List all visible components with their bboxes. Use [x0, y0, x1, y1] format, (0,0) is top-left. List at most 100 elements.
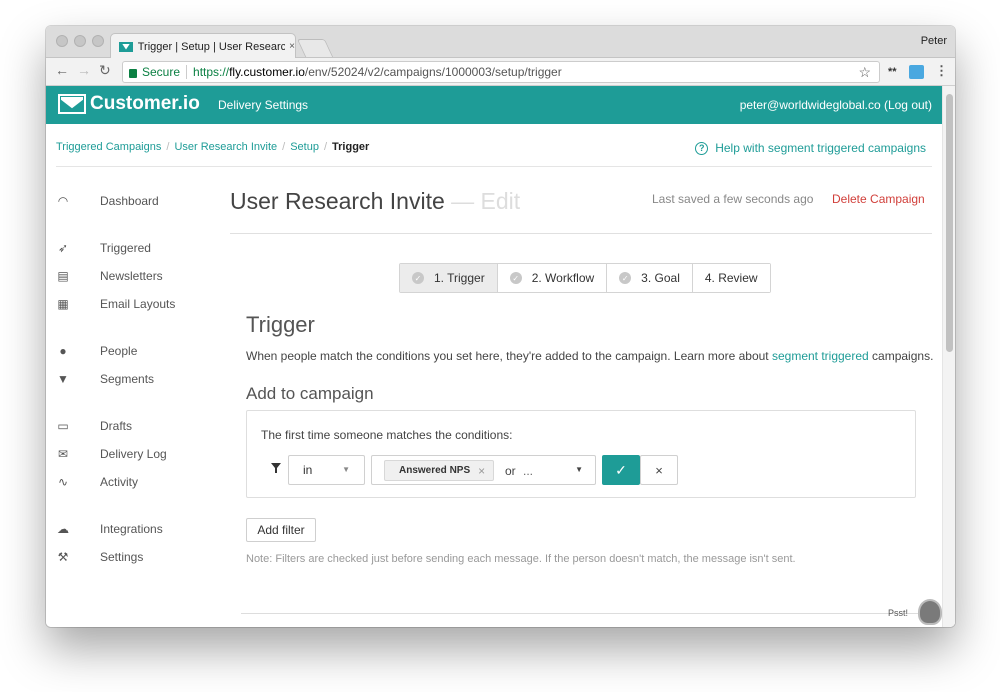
help-link[interactable]: ? Help with segment triggered campaigns [695, 141, 926, 155]
setup-steps: ✓ 1. Trigger ✓ 2. Workflow ✓ 3. Goal 4. Rev… [399, 263, 771, 293]
last-saved-status: Last saved a few seconds ago [652, 192, 814, 206]
sidebar-item-triggered[interactable]: ➶ Triggered [56, 241, 151, 255]
sidebar-item-people[interactable]: ● People [56, 344, 137, 358]
trigger-heading: Trigger [246, 312, 315, 337]
sidebar-item-label: Drafts [100, 419, 133, 433]
sidebar-item-label: Settings [100, 550, 144, 564]
operator-value: in [303, 463, 313, 477]
address-bar: ← → ↻ Secure https:// fly.customer.io /e… [46, 58, 955, 86]
or-label: or [505, 464, 516, 478]
favicon-icon [119, 41, 133, 52]
sidebar-item-drafts[interactable]: ▭ Drafts [56, 419, 132, 433]
sidebar-item-integrations[interactable]: ☁ Integrations [56, 522, 163, 536]
person-icon: ● [59, 344, 67, 358]
delete-campaign-link[interactable]: Delete Campaign [832, 192, 925, 206]
tab-close-icon[interactable]: × [289, 41, 295, 52]
breadcrumb-divider: / [282, 141, 286, 153]
reload-icon[interactable]: ↻ [99, 62, 111, 79]
app-header: Customer.io Delivery Settings peter@worl… [46, 86, 942, 124]
maximize-window-button[interactable] [92, 35, 104, 47]
step-workflow[interactable]: ✓ 2. Workflow [497, 264, 608, 292]
bookmark-star-icon[interactable]: ☆ [858, 64, 871, 81]
layout-icon: ▦ [57, 297, 69, 311]
funnel-icon: ▼ [57, 372, 69, 386]
operator-select[interactable]: in ▼ [288, 455, 365, 485]
conditions-panel: The first time someone matches the condi… [246, 410, 916, 498]
tab-title: Trigger | Setup | User Researc [137, 40, 286, 53]
tab-bar: Trigger | Setup | User Researc × Peter [46, 26, 955, 59]
trigger-desc-text: When people match the conditions you set… [246, 349, 772, 363]
psst-label[interactable]: Psst! [888, 608, 908, 618]
confirm-filter-button[interactable]: ✓ [602, 455, 640, 485]
logo-text[interactable]: Customer.io [90, 93, 200, 115]
sidebar-item-segments[interactable]: ▼ Segments [56, 372, 154, 386]
browser-tab[interactable]: Trigger | Setup | User Researc × [110, 33, 296, 59]
envelope-icon: ✉ [57, 447, 69, 461]
edit-title-label[interactable]: — Edit [451, 188, 520, 214]
scrollbar-thumb[interactable] [946, 94, 953, 352]
step-label: 2. Workflow [531, 271, 595, 285]
draft-icon: ▭ [57, 419, 69, 433]
sidebar-item-newsletters[interactable]: ▤ Newsletters [56, 269, 162, 283]
divider [241, 613, 931, 614]
url-scheme: https:// [193, 65, 230, 79]
breadcrumb-divider: / [166, 141, 170, 153]
dropdown-caret-icon: ▼ [575, 465, 583, 474]
segment-select[interactable]: Answered NPS × or ... ▼ [371, 455, 596, 485]
url-host: fly.customer.io [229, 65, 305, 79]
sidebar-item-settings[interactable]: ⚒ Settings [56, 550, 144, 564]
step-goal[interactable]: ✓ 3. Goal [607, 264, 693, 292]
funnel-icon [271, 463, 281, 473]
step-label: 4. Review [704, 271, 758, 285]
sidebar-item-email-layouts[interactable]: ▦ Email Layouts [56, 297, 175, 311]
check-circle-icon: ✓ [619, 272, 632, 284]
sidebar-item-dashboard[interactable]: ◠ Dashboard [56, 194, 159, 208]
page-scrollbar[interactable] [942, 86, 955, 627]
campaign-name[interactable]: User Research Invite [230, 188, 445, 214]
trigger-desc-suffix: campaigns. [868, 349, 934, 363]
omnibox-divider [186, 65, 188, 79]
url-path: /env/52024/v2/campaigns/1000003/setup/tr… [304, 65, 562, 79]
lock-icon [129, 68, 137, 78]
breadcrumb-setup[interactable]: Setup [290, 141, 319, 153]
page-title: User Research Invite — Edit [230, 188, 520, 215]
filter-note: Note: Filters are checked just before se… [246, 553, 796, 565]
divider [56, 166, 932, 167]
remove-chip-icon[interactable]: × [478, 464, 485, 478]
sidebar-item-label: Delivery Log [100, 447, 167, 461]
close-window-button[interactable] [56, 35, 68, 47]
minimize-window-button[interactable] [74, 35, 86, 47]
extension-icon[interactable]: ** [888, 66, 897, 78]
logo-envelope-icon[interactable] [58, 94, 86, 114]
sidebar-item-delivery-log[interactable]: ✉ Delivery Log [56, 447, 167, 461]
step-trigger[interactable]: ✓ 1. Trigger [400, 264, 498, 292]
profile-name[interactable]: Peter [921, 35, 947, 47]
browser-menu-icon[interactable]: ⋮ [935, 63, 948, 79]
add-filter-button[interactable]: Add filter [246, 518, 316, 542]
gauge-icon: ◠ [57, 194, 69, 208]
help-link-label: Help with segment triggered campaigns [715, 141, 926, 155]
step-label: 3. Goal [641, 271, 680, 285]
user-email-logout-link[interactable]: peter@worldwideglobal.co (Log out) [740, 98, 932, 112]
sidebar-item-activity[interactable]: ∿ Activity [56, 475, 138, 489]
new-tab-button[interactable] [296, 39, 334, 57]
sidebar-item-label: Segments [100, 372, 155, 386]
sidebar-item-label: Integrations [100, 522, 163, 536]
url-input[interactable]: Secure https:// fly.customer.io /env/520… [122, 61, 880, 83]
back-arrow-icon[interactable]: ← [55, 62, 69, 78]
breadcrumb-user-research-invite[interactable]: User Research Invite [174, 141, 277, 153]
forward-arrow-icon[interactable]: → [77, 62, 91, 78]
step-review[interactable]: 4. Review [692, 264, 770, 292]
extension-window-icon[interactable] [909, 65, 924, 79]
support-avatar[interactable] [918, 599, 942, 625]
breadcrumb-triggered-campaigns[interactable]: Triggered Campaigns [56, 141, 161, 153]
question-circle-icon: ? [695, 141, 709, 155]
sidebar-item-label: Activity [100, 475, 139, 489]
segment-triggered-link[interactable]: segment triggered [772, 349, 869, 363]
cancel-filter-button[interactable]: × [640, 455, 678, 485]
step-label: 1. Trigger [434, 271, 485, 285]
conditions-text: The first time someone matches the condi… [261, 428, 513, 442]
activity-icon: ∿ [57, 475, 69, 489]
sidebar-item-label: Dashboard [100, 194, 159, 208]
delivery-settings-link[interactable]: Delivery Settings [218, 98, 308, 112]
